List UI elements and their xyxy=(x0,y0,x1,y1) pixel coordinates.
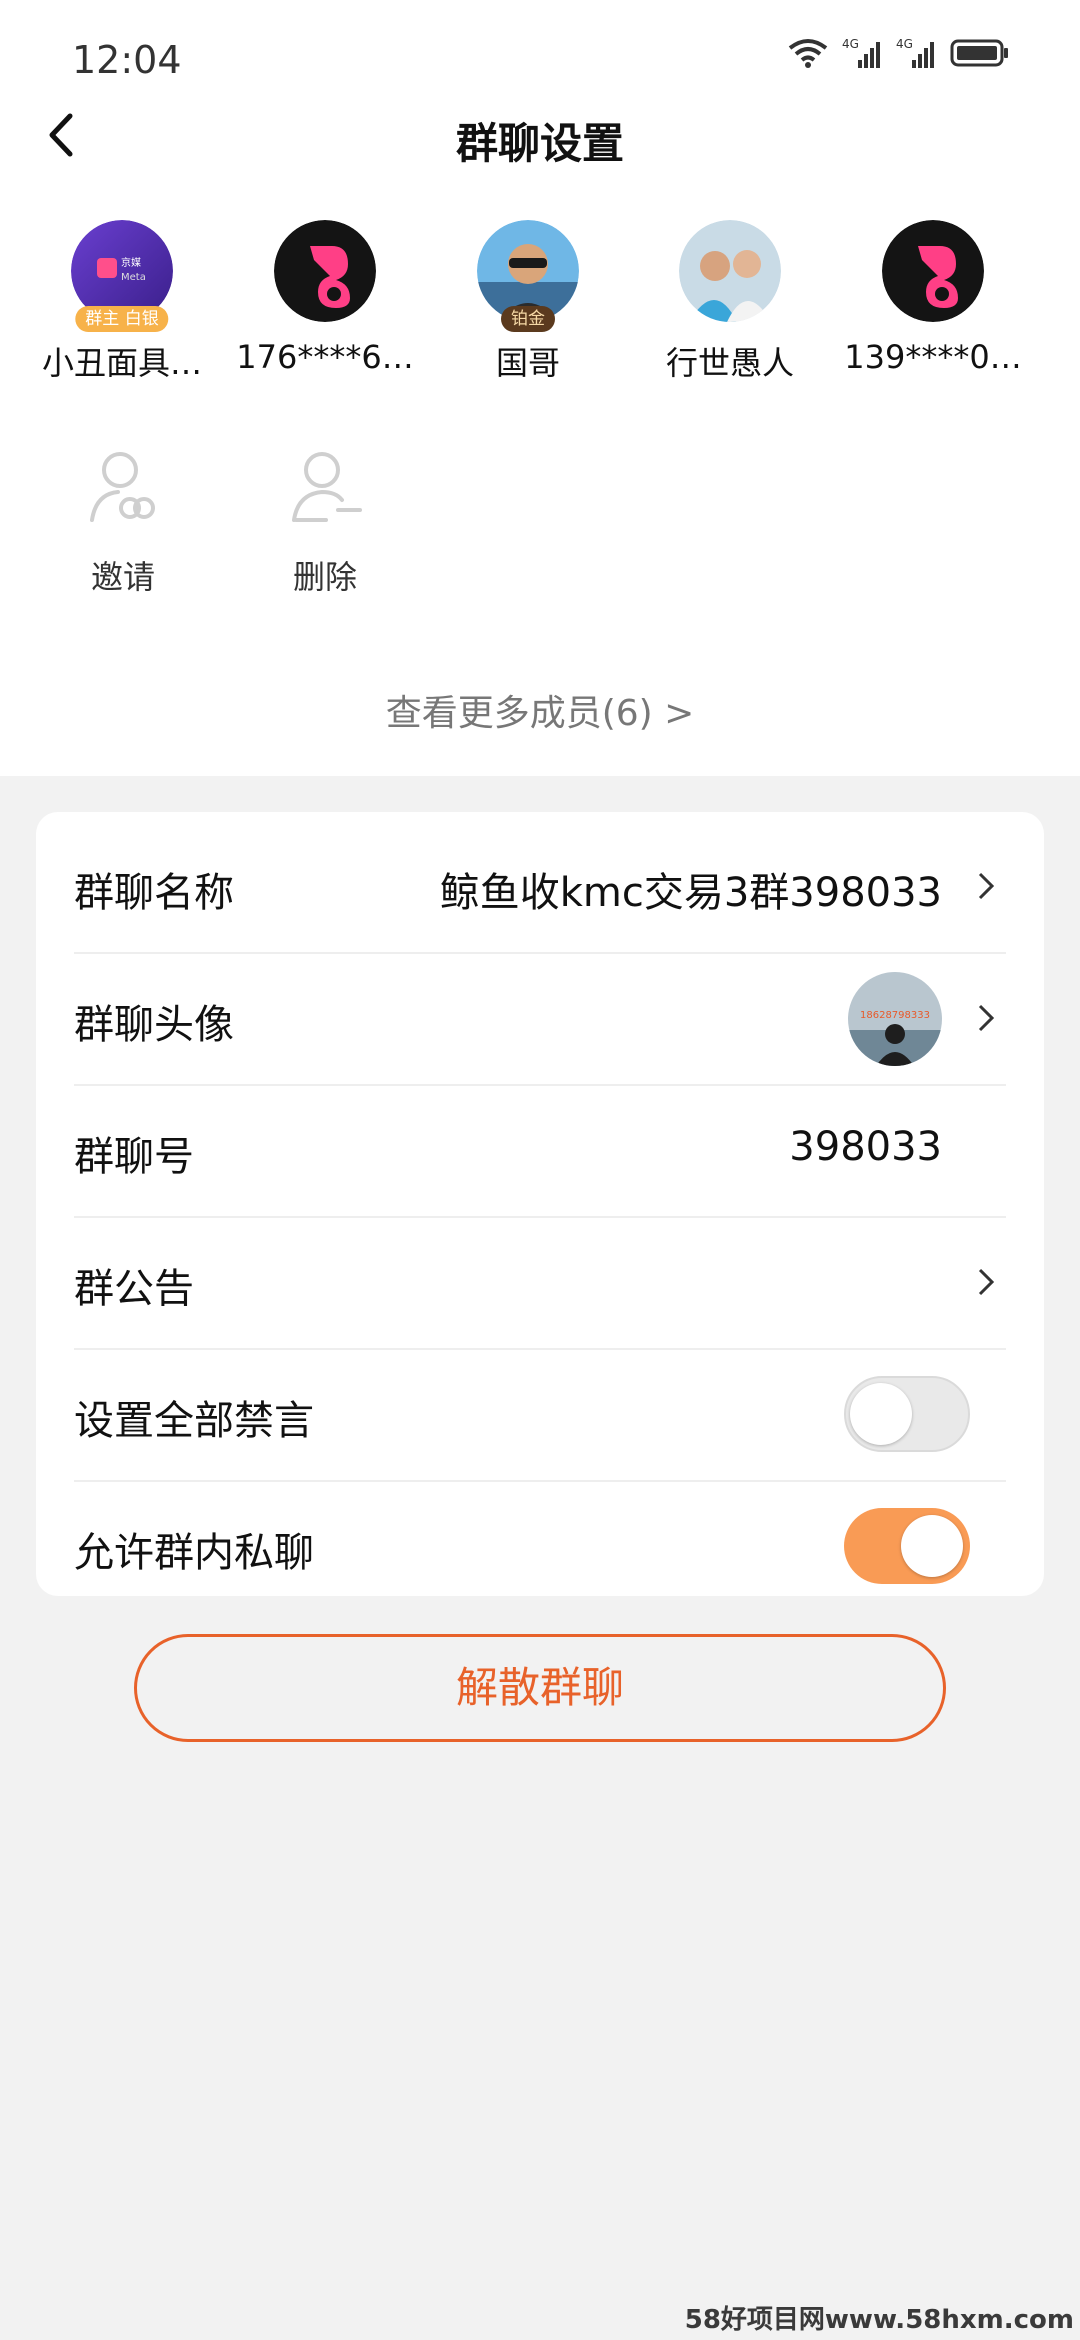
member-item[interactable]: 铂金 国哥 xyxy=(428,220,628,384)
avatar xyxy=(679,220,781,322)
mute-all-label: 设置全部禁言 xyxy=(74,1398,314,1444)
group-avatar: 18628798333 xyxy=(848,972,942,1066)
svg-text:4G: 4G xyxy=(896,37,913,51)
level-text: 白银 xyxy=(124,309,159,329)
status-time: 12:04 xyxy=(72,38,182,82)
delete-label: 删除 xyxy=(292,558,357,596)
see-more-members-link[interactable]: 查看更多成员(6) > xyxy=(0,684,1080,736)
mute-all-row: 设置全部禁言 xyxy=(74,1350,1006,1482)
watermark: 58好项目网www.58hxm.com xyxy=(684,2305,1074,2335)
member-level-badge: 群主 白银 xyxy=(75,306,169,332)
meta-sub-text: Meta xyxy=(121,272,146,283)
allow-private-row: 允许群内私聊 xyxy=(74,1482,1006,1612)
member-name: 国哥 xyxy=(495,344,560,382)
signal-4g-icon-2: 4G xyxy=(896,37,934,68)
owner-tag: 群主 xyxy=(85,309,120,329)
avatar xyxy=(274,220,376,322)
avatar xyxy=(882,220,984,322)
remove-user-icon xyxy=(292,452,362,522)
avatar: 铂金 xyxy=(477,220,579,332)
group-name-label: 群聊名称 xyxy=(74,870,234,916)
status-icons: 4G 4G xyxy=(788,36,1010,70)
top-section: 12:04 4G 4G 群聊设置 京媒 Meta 群主 白银 小丑面具… 176… xyxy=(0,0,1080,776)
member-name: 小丑面具… xyxy=(41,344,202,382)
member-name: 139****0… xyxy=(844,338,1022,376)
settings-card: 群聊名称 鲸鱼收kmc交易3群398033 群聊头像 18628798333 群… xyxy=(36,812,1044,1596)
allow-private-toggle[interactable] xyxy=(844,1508,970,1584)
member-item[interactable]: 176****6… xyxy=(225,220,425,376)
member-item[interactable]: 行世愚人 xyxy=(630,220,830,384)
invite-button[interactable]: 邀请 xyxy=(48,440,198,598)
group-avatar-label: 群聊头像 xyxy=(74,1002,234,1048)
invite-user-icon xyxy=(90,452,155,522)
toggle-knob xyxy=(850,1383,912,1445)
member-item[interactable]: 京媒 Meta 群主 白银 小丑面具… xyxy=(22,220,222,384)
allow-private-label: 允许群内私聊 xyxy=(74,1530,314,1576)
page-title: 群聊设置 xyxy=(455,119,624,168)
group-id-label: 群聊号 xyxy=(74,1134,194,1180)
wifi-icon xyxy=(788,39,828,68)
chevron-right-icon xyxy=(978,1268,995,1296)
chevron-right-icon xyxy=(978,1004,995,1032)
announcement-label: 群公告 xyxy=(74,1266,194,1312)
invite-label: 邀请 xyxy=(90,558,155,596)
meta-brand-text: 京媒 xyxy=(121,256,141,269)
level-text: 铂金 xyxy=(511,309,545,329)
group-id-value: 398033 xyxy=(789,1124,942,1170)
group-name-row[interactable]: 群聊名称 鲸鱼收kmc交易3群398033 xyxy=(74,822,1006,954)
member-name: 176****6… xyxy=(236,338,414,376)
chevron-right-icon xyxy=(978,872,995,900)
battery-icon xyxy=(950,39,1008,67)
group-id-row: 群聊号 398033 xyxy=(74,1086,1006,1218)
dissolve-group-button[interactable]: 解散群聊 xyxy=(134,1634,946,1742)
group-avatar-text: 18628798333 xyxy=(860,1010,930,1021)
delete-member-button[interactable]: 删除 xyxy=(250,440,400,598)
avatar: 京媒 Meta 群主 白银 xyxy=(71,220,173,332)
group-avatar-row[interactable]: 群聊头像 18628798333 xyxy=(74,954,1006,1086)
announcement-row[interactable]: 群公告 xyxy=(74,1218,1006,1350)
member-name: 行世愚人 xyxy=(665,344,794,382)
svg-text:4G: 4G xyxy=(842,37,859,51)
signal-4g-icon: 4G xyxy=(842,37,880,68)
member-item[interactable]: 139****0… xyxy=(833,220,1033,376)
toggle-knob xyxy=(901,1515,963,1577)
member-level-badge: 铂金 xyxy=(501,306,555,332)
group-name-value: 鲸鱼收kmc交易3群398033 xyxy=(439,870,942,916)
mute-all-toggle[interactable] xyxy=(844,1376,970,1452)
